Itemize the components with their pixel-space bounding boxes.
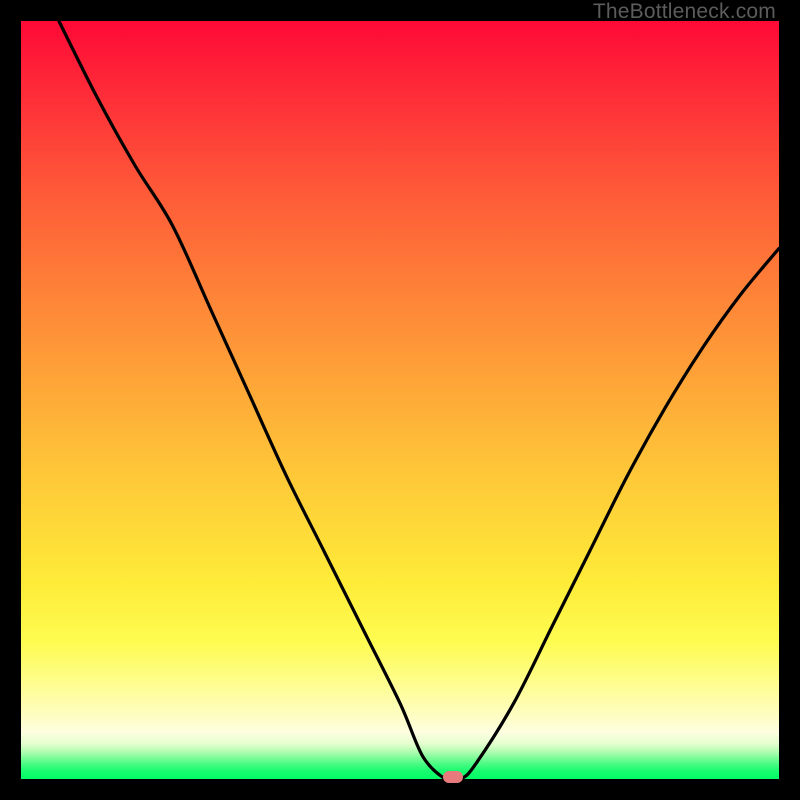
chart-frame: TheBottleneck.com [0, 0, 800, 800]
bottleneck-curve [21, 21, 779, 779]
plot-area [21, 21, 779, 779]
watermark-text: TheBottleneck.com [593, 0, 776, 24]
optimal-marker [443, 771, 463, 783]
